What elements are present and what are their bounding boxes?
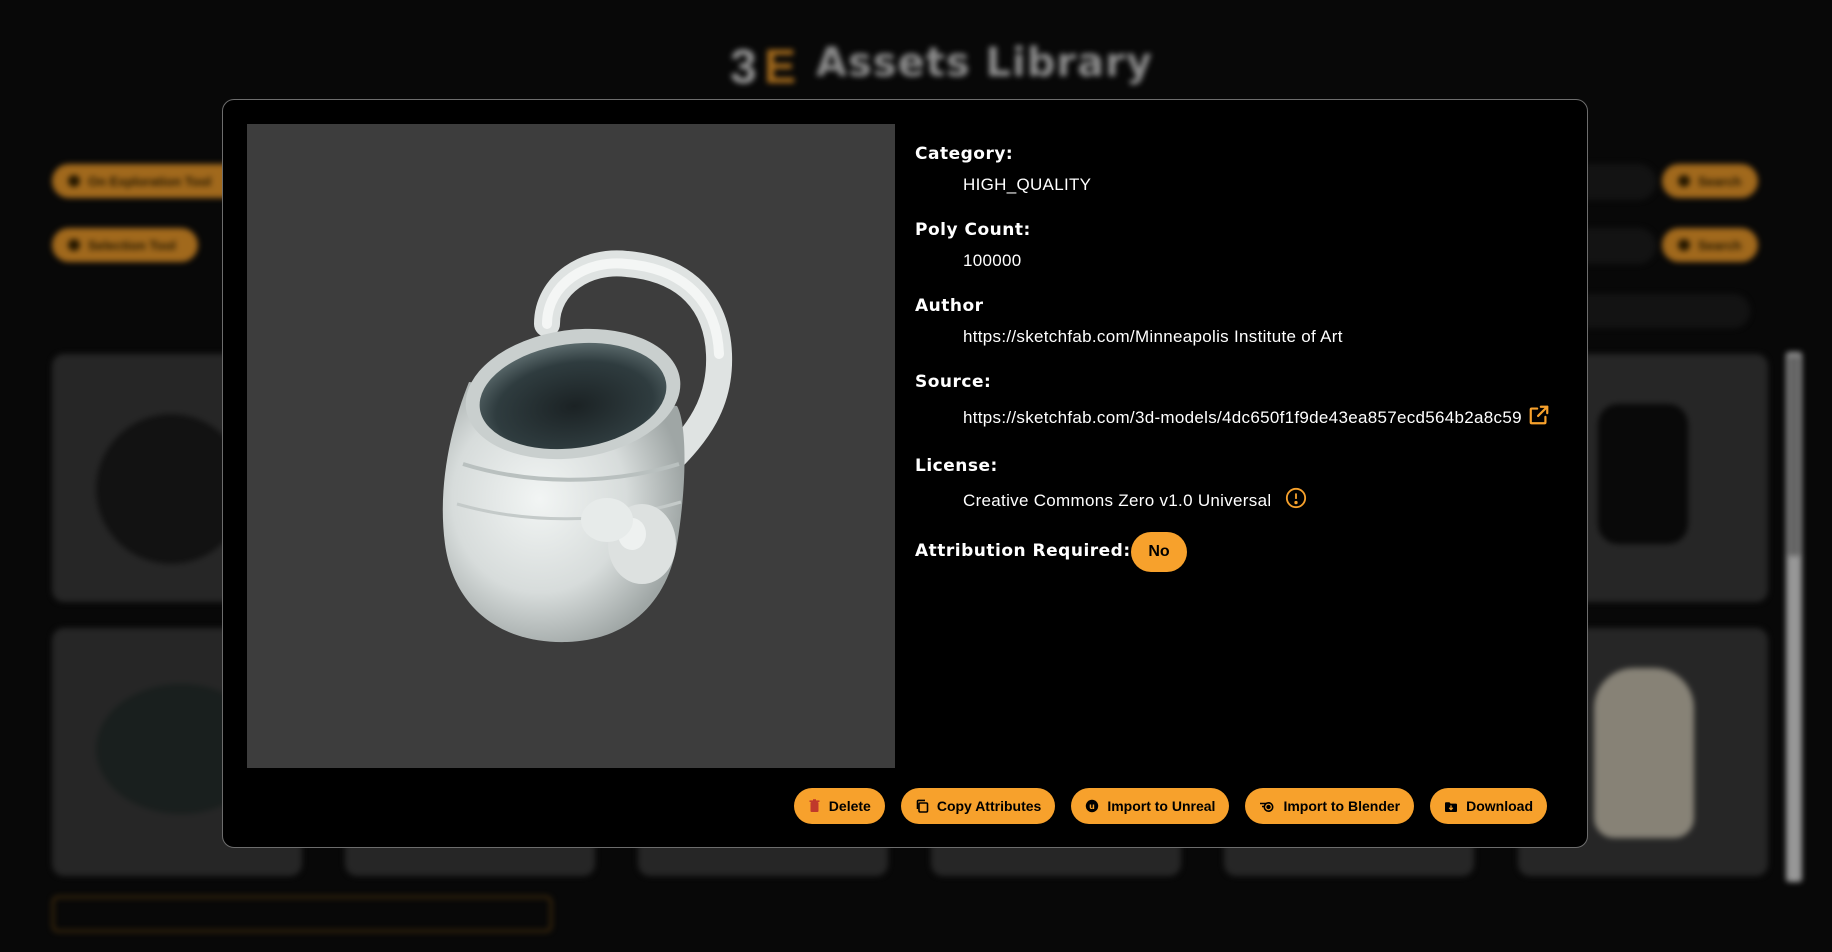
trash-icon [808,799,821,813]
license-label: License: [915,456,998,476]
import-unreal-button[interactable]: u Import to Unreal [1071,788,1230,824]
poly-count-label: Poly Count: [915,220,1031,240]
info-circle-icon[interactable] [1285,487,1307,514]
attribution-badge: No [1131,532,1187,572]
source-label: Source: [915,372,992,392]
author-label: Author [915,296,984,316]
blender-icon [1259,799,1275,813]
author-value: https://sketchfab.com/Minneapolis Instit… [963,327,1343,346]
svg-text:u: u [1089,802,1095,811]
download-button[interactable]: Download [1430,788,1547,824]
poly-count-value: 100000 [963,251,1022,270]
category-value: HIGH_QUALITY [963,175,1092,194]
external-link-icon[interactable] [1528,404,1550,431]
category-label: Category: [915,144,1014,164]
source-link[interactable]: https://sketchfab.com/3d-models/4dc650f1… [963,404,1550,431]
attribution-label: Attribution Required: [915,541,1131,561]
download-icon [1444,800,1458,813]
license-value: Creative Commons Zero v1.0 Universal [963,487,1307,514]
unreal-icon: u [1085,799,1099,813]
jug-model-preview [442,250,733,643]
import-blender-button[interactable]: Import to Blender [1245,788,1415,824]
delete-button[interactable]: Delete [793,788,885,824]
asset-preview[interactable] [247,124,895,768]
copy-icon [915,799,929,813]
modal-actions: Delete Copy Attributes u Import to Unrea… [793,788,1547,824]
asset-details-modal: Category: HIGH_QUALITY Poly Count: 10000… [222,99,1588,848]
copy-attributes-button[interactable]: Copy Attributes [900,788,1056,824]
